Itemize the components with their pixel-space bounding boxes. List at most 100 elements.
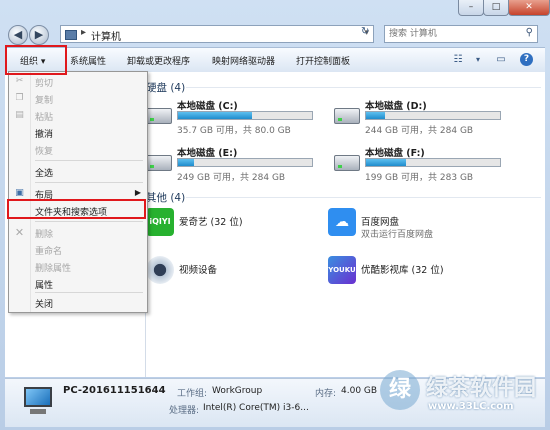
drive-d[interactable]: 本地磁盘 (D:) 244 GB 可用，共 284 GB (334, 98, 524, 142)
watermark-logo: 绿 (380, 370, 420, 410)
computer-name: PC-201611151644 (63, 385, 166, 396)
change-view-icon[interactable]: ☷ (450, 52, 466, 68)
menu-item-label: 关闭 (35, 300, 54, 310)
hard-drive-icon (146, 155, 172, 171)
preview-pane-icon[interactable]: ▭ (493, 52, 509, 68)
address-bar[interactable]: ▸ 计算机 ▾ (60, 25, 374, 43)
drive-usage-bar (365, 158, 501, 167)
delete-icon: ✕ (14, 226, 25, 239)
maximize-button[interactable]: □ (483, 0, 509, 16)
hard-drive-icon (334, 108, 360, 124)
refresh-icon[interactable]: ↻ (361, 26, 369, 37)
item-video-device[interactable]: 视频设备 (146, 256, 326, 296)
forward-button[interactable]: ▶ (29, 25, 49, 45)
watermark-url: www.33LC.com (428, 401, 514, 412)
youku-icon: YOUKU (328, 256, 356, 284)
back-arrow-icon: ◀ (13, 28, 23, 41)
menu-item-remove-properties[interactable]: 删除属性 (9, 259, 147, 274)
menu-item-label: 粘贴 (35, 113, 54, 123)
processor-label: 处理器: (169, 406, 200, 416)
maximize-icon: □ (491, 2, 501, 12)
layout-icon: ▣ (15, 188, 24, 198)
drive-name: 本地磁盘 (E:) (177, 148, 238, 159)
drive-space-info: 244 GB 可用，共 284 GB (365, 126, 474, 136)
group-header-other[interactable]: 其他 (4) (146, 190, 185, 205)
view-options-dropdown-icon[interactable]: ▾ (470, 52, 486, 68)
search-icon: ⚲ (525, 27, 533, 38)
menu-item-select-all[interactable]: 全选 (9, 164, 147, 179)
paste-icon: ▤ (15, 110, 24, 120)
map-network-drive-button[interactable]: 映射网络驱动器 (212, 54, 275, 67)
organize-menu[interactable]: ✂ 剪切 ❐ 复制 ▤ 粘贴 撤消 恢复 全选 ▣ 布局 ▶ 文件夹和搜索选项 ✕ 删除 重… (8, 71, 148, 313)
drive-name: 本地磁盘 (F:) (365, 148, 425, 159)
memory-value: 4.00 GB (341, 386, 378, 396)
item-youku[interactable]: YOUKU 优酷影视库 (32 位) (328, 256, 528, 296)
back-button[interactable]: ◀ (8, 25, 28, 45)
group-header-drives[interactable]: 硬盘 (4) (146, 80, 185, 95)
memory-label: 内存: (315, 389, 337, 399)
menu-item-delete[interactable]: ✕ 删除 (9, 225, 147, 240)
minimize-button[interactable]: – (458, 0, 484, 16)
baidu-netdisk-icon: ☁ (328, 208, 356, 236)
menu-item-label: 剪切 (35, 79, 54, 89)
item-iqiyi[interactable]: iQIYI 爱奇艺 (32 位) (146, 208, 326, 248)
menu-item-cut[interactable]: ✂ 剪切 (9, 74, 147, 89)
menu-item-close[interactable]: 关闭 (9, 295, 147, 310)
menu-separator (35, 160, 143, 161)
hard-drive-icon (146, 108, 172, 124)
workgroup-value: WorkGroup (212, 386, 263, 396)
system-properties-button[interactable]: 系统属性 (70, 54, 106, 67)
breadcrumb-computer[interactable]: 计算机 (91, 28, 121, 43)
drive-f[interactable]: 本地磁盘 (F:) 199 GB 可用，共 283 GB (334, 145, 524, 189)
command-bar: 组织 ▾ 系统属性 卸载或更改程序 映射网络驱动器 打开控制面板 ☷ ▾ ▭ ? (5, 47, 545, 73)
breadcrumb-separator[interactable]: ▸ (81, 27, 86, 38)
search-input[interactable] (389, 27, 515, 41)
menu-item-undo[interactable]: 撤消 (9, 125, 147, 140)
drive-space-info: 249 GB 可用，共 284 GB (177, 173, 286, 183)
submenu-arrow-icon: ▶ (134, 188, 141, 197)
computer-location-icon (65, 30, 77, 40)
menu-item-label: 属性 (35, 281, 54, 291)
open-control-panel-button[interactable]: 打开控制面板 (296, 54, 350, 67)
iqiyi-icon: iQIYI (146, 208, 174, 236)
drive-c[interactable]: 本地磁盘 (C:) 35.7 GB 可用，共 80.0 GB (146, 98, 336, 142)
drive-usage-bar (365, 111, 501, 120)
content-view[interactable]: 硬盘 (4) 本地磁盘 (C:) 35.7 GB 可用，共 80.0 GB 本地… (146, 72, 545, 377)
menu-item-properties[interactable]: 属性 (9, 276, 147, 291)
menu-item-paste[interactable]: ▤ 粘贴 (9, 108, 147, 123)
uninstall-program-button[interactable]: 卸载或更改程序 (127, 54, 190, 67)
item-baidu-netdisk[interactable]: ☁ 百度网盘 双击运行百度网盘 (328, 208, 528, 248)
drive-usage-bar (177, 158, 313, 167)
menu-item-label: 删除属性 (35, 264, 72, 274)
minimize-icon: – (468, 2, 474, 12)
highlight-folder-options-box (7, 199, 146, 219)
close-button[interactable]: ✕ (508, 0, 550, 16)
webcam-icon (146, 256, 174, 284)
item-name: 优酷影视库 (32 位) (361, 265, 444, 276)
search-box[interactable]: ⚲ (384, 25, 538, 43)
computer-icon (20, 387, 56, 417)
drive-e[interactable]: 本地磁盘 (E:) 249 GB 可用，共 284 GB (146, 145, 336, 189)
menu-item-rename[interactable]: 重命名 (9, 242, 147, 257)
watermark-text: 绿茶软件园 (426, 376, 537, 401)
menu-separator (35, 292, 143, 293)
drive-space-info: 35.7 GB 可用，共 80.0 GB (177, 126, 291, 136)
explorer-window: – □ ✕ ◀ ▶ ▸ 计算机 ▾ ↻ ⚲ 组织 ▾ 系统属性 卸载或更改程序 … (0, 0, 550, 430)
processor-value: Intel(R) Core(TM) i3-6... (203, 403, 309, 413)
drive-name: 本地磁盘 (D:) (365, 101, 427, 112)
menu-item-copy[interactable]: ❐ 复制 (9, 91, 147, 106)
highlight-organize-box (5, 45, 67, 75)
menu-item-redo[interactable]: 恢复 (9, 142, 147, 157)
menu-item-label: 重命名 (35, 247, 63, 257)
menu-item-label: 恢复 (35, 147, 54, 157)
drive-name: 本地磁盘 (C:) (177, 101, 238, 112)
item-name: 爱奇艺 (32 位) (179, 217, 243, 228)
drive-usage-bar (177, 111, 313, 120)
item-description: 双击运行百度网盘 (361, 230, 434, 240)
help-icon[interactable]: ? (520, 53, 533, 66)
menu-separator (35, 182, 143, 183)
menu-item-label: 复制 (35, 96, 54, 106)
menu-item-label: 全选 (35, 169, 54, 179)
item-name: 视频设备 (179, 265, 218, 276)
workgroup-label: 工作组: (177, 389, 208, 399)
